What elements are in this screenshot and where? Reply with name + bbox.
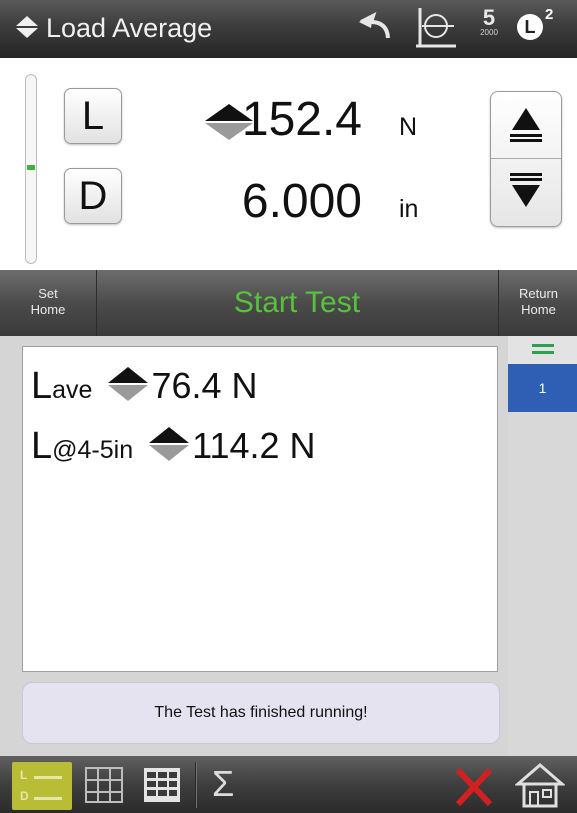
units-superscript: 2 xyxy=(545,6,554,23)
position-indicator xyxy=(25,74,37,264)
graph-icon[interactable] xyxy=(82,764,126,811)
load-value: 152.4 xyxy=(241,93,362,146)
jog-up-button[interactable] xyxy=(491,92,561,159)
result-label: L xyxy=(31,425,53,467)
rate-value: 5 xyxy=(482,5,496,30)
position-marker xyxy=(27,165,35,170)
jog-down-icon xyxy=(510,173,542,207)
toolbar-divider xyxy=(195,762,197,808)
return-home-label-1: Return xyxy=(518,286,559,301)
results-panel: Lave 76.4 N L@4-5in 114.2 N xyxy=(22,346,498,672)
list-item[interactable]: 1 xyxy=(508,364,577,412)
load-channel-button[interactable]: L xyxy=(64,88,122,144)
load-disp-view-icon[interactable]: L D xyxy=(12,762,72,810)
readout-panel: L D 152.4 N 6.000 in xyxy=(0,58,577,270)
return-home-button[interactable]: Return Home xyxy=(498,270,577,336)
undo-icon[interactable] xyxy=(355,12,395,49)
displacement-unit: in xyxy=(399,195,419,223)
start-test-button[interactable]: Start Test xyxy=(97,270,497,336)
rate-sub: 2000 xyxy=(480,28,498,37)
displacement-channel-button[interactable]: D xyxy=(64,168,122,224)
result-value: 76.4 N xyxy=(151,365,258,406)
load-unit: N xyxy=(399,113,418,141)
bottom-toolbar: L D Σ xyxy=(0,756,577,813)
return-home-label-2: Home xyxy=(521,302,556,317)
result-row: L@4-5in 114.2 N xyxy=(31,425,316,468)
page-title[interactable]: Load Average xyxy=(46,13,212,44)
command-bar: Set Home Start Test Return Home xyxy=(0,270,577,336)
jog-up-icon xyxy=(510,108,542,142)
results-area: Lave 76.4 N L@4-5in 114.2 N The Test has… xyxy=(0,336,577,756)
result-sublabel: ave xyxy=(52,376,93,404)
home-icon[interactable] xyxy=(513,762,567,813)
set-home-label-1: Set xyxy=(38,286,58,301)
table-icon[interactable] xyxy=(140,764,184,811)
result-row: Lave 76.4 N xyxy=(31,365,258,408)
list-menu-icon[interactable] xyxy=(508,336,577,364)
units-letter: L xyxy=(517,14,543,40)
result-sublabel: @4-5in xyxy=(52,436,134,464)
result-label: L xyxy=(31,365,53,407)
result-direction-icon xyxy=(108,367,149,402)
result-direction-icon xyxy=(149,427,190,462)
displacement-value: 6.000 xyxy=(241,175,362,228)
status-message: The Test has finished running! xyxy=(22,682,500,744)
set-home-label-2: Home xyxy=(30,302,66,317)
zero-icon[interactable] xyxy=(414,6,458,57)
result-list: 1 xyxy=(508,336,577,756)
title-bar: Load Average 5 2000 L 2 xyxy=(0,0,577,58)
sigma-icon[interactable]: Σ xyxy=(212,764,234,804)
sort-arrows-icon[interactable] xyxy=(14,14,40,45)
units-icon[interactable]: L 2 xyxy=(517,6,553,42)
rate-icon[interactable]: 5 2000 xyxy=(474,5,504,38)
jog-control xyxy=(490,91,562,227)
set-home-button[interactable]: Set Home xyxy=(0,270,97,336)
delete-icon[interactable] xyxy=(452,766,496,811)
jog-down-button[interactable] xyxy=(491,159,561,226)
result-value: 114.2 N xyxy=(192,425,316,466)
